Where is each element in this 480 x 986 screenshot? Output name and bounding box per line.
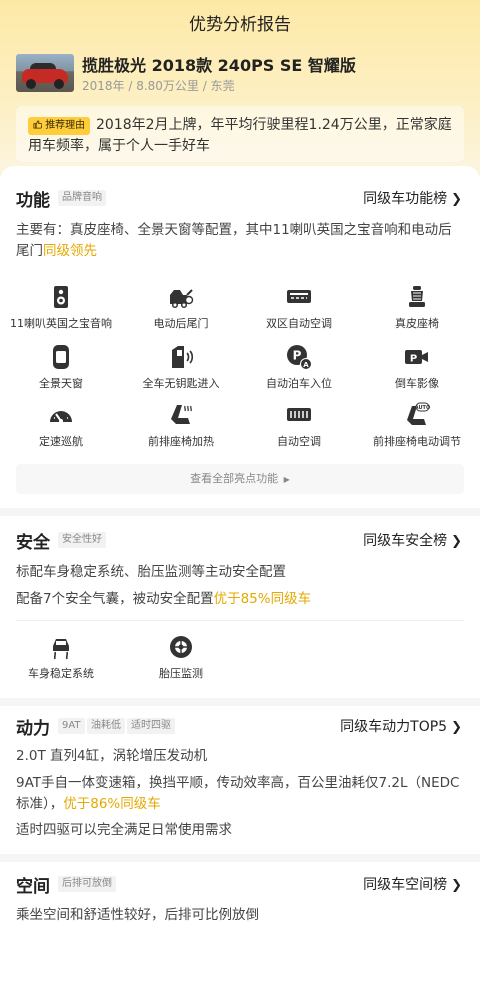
feature-tire-pressure[interactable]: 胎压监测 — [122, 634, 240, 681]
power-line2-highlight: 优于86%同级车 — [63, 796, 161, 812]
feature-auto-parking[interactable]: PA 自动泊车入位 — [240, 344, 358, 391]
function-tag: 品牌音响 — [58, 190, 106, 206]
svg-text:AUTO: AUTO — [415, 405, 430, 411]
power-line1: 2.0T 直列4缸，涡轮增压发动机 — [16, 748, 208, 764]
safety-divider — [16, 620, 464, 621]
feature-label: 全景天窗 — [39, 377, 83, 390]
power-title: 动力 — [16, 719, 50, 739]
safety-line1: 标配车身稳定系统、胎压监测等主动安全配置 — [16, 564, 286, 580]
safety-line2-main: 配备7个安全气囊，被动安全配置 — [16, 591, 214, 607]
keyless-entry-icon — [168, 344, 194, 370]
feature-cruise[interactable]: 定速巡航 — [2, 402, 120, 449]
chevron-right-icon: ❯ — [451, 720, 462, 735]
feature-dual-ac[interactable]: 双区自动空调 — [240, 284, 358, 331]
car-name: 揽胜极光 2018款 240PS SE 智耀版 — [82, 56, 356, 75]
feature-power-seat[interactable]: AUTO 前排座椅电动调节 — [358, 402, 476, 449]
stability-control-icon — [48, 634, 74, 660]
function-rank-label: 同级车功能榜 — [363, 191, 448, 207]
power-line2: 9AT手自一体变速箱，换挡平顺，传动效率高，百公里油耗仅7.2L（NEDC标准）… — [16, 773, 464, 815]
leather-seat-icon — [404, 284, 430, 310]
safety-rank-label: 同级车安全榜 — [363, 533, 448, 549]
dual-zone-ac-icon — [286, 284, 312, 310]
space-card: 空间 后排可放倒 同级车空间榜 ❯ 乘坐空间和舒适性较好，后排可比例放倒 — [0, 862, 480, 986]
function-rank-link[interactable]: 同级车功能榜 ❯ — [363, 188, 462, 208]
feature-label: 定速巡航 — [39, 435, 83, 448]
chevron-right-icon: ❯ — [451, 534, 462, 549]
feature-keyless[interactable]: 全车无钥匙进入 — [122, 344, 240, 391]
feature-label: 电动后尾门 — [153, 317, 209, 330]
thumbs-up-icon — [33, 120, 45, 131]
function-card: 功能 品牌音响 同级车功能榜 ❯ 主要有：真皮座椅、全景天窗等配置，其中11喇叭英… — [0, 166, 480, 508]
page-title: 优势分析报告 — [189, 15, 291, 35]
power-tag-awd: 适时四驱 — [127, 718, 175, 734]
feature-tailgate[interactable]: 电动后尾门 — [122, 284, 240, 331]
auto-parking-icon: PA — [286, 344, 312, 370]
svg-text:A: A — [303, 361, 309, 369]
power-line3: 适时四驱可以完全满足日常使用需求 — [16, 822, 232, 838]
feature-stability[interactable]: 车身稳定系统 — [2, 634, 120, 681]
tire-pressure-icon — [168, 634, 194, 660]
feature-label: 双区自动空调 — [266, 317, 332, 330]
feature-label: 自动空调 — [277, 435, 321, 448]
power-card: 动力 9AT 油耗低 适时四驱 同级车动力TOP5 ❯ 2.0T 直列4缸，涡轮增… — [0, 706, 480, 854]
power-rank-label: 同级车动力TOP5 — [340, 719, 448, 735]
feature-label: 前排座椅加热 — [148, 435, 214, 448]
safety-rank-link[interactable]: 同级车安全榜 ❯ — [363, 530, 462, 550]
feature-label: 11喇叭英国之宝音响 — [10, 317, 112, 330]
recommend-reason-box: 2018年2月上牌，年平均行驶里程1.24万公里，正常家庭用车频率，属于个人一手… — [16, 106, 464, 162]
recommend-reason-label: 推荐理由 — [45, 120, 86, 131]
power-tag-9at: 9AT — [58, 718, 85, 734]
feature-label: 真皮座椅 — [395, 317, 439, 330]
view-all-features-button[interactable]: 查看全部亮点功能 ▶ — [16, 464, 464, 494]
feature-rear-camera[interactable]: P 倒车影像 — [358, 344, 476, 391]
space-tag: 后排可放倒 — [58, 876, 116, 892]
feature-label: 倒车影像 — [395, 377, 439, 390]
auto-ac-icon — [286, 402, 312, 428]
header-banner: 优势分析报告 揽胜极光 2018款 240PS SE 智耀版 2018年 / 8… — [0, 0, 480, 182]
power-rank-link[interactable]: 同级车动力TOP5 ❯ — [340, 716, 462, 736]
chevron-right-icon: ❯ — [451, 192, 462, 207]
triangle-right-icon: ▶ — [283, 475, 290, 484]
safety-title: 安全 — [16, 533, 50, 553]
tailgate-icon — [168, 284, 194, 310]
space-rank-label: 同级车空间榜 — [363, 877, 448, 893]
safety-tag: 安全性好 — [58, 532, 106, 548]
function-desc: 主要有：真皮座椅、全景天窗等配置，其中11喇叭英国之宝音响和电动后尾门同级领先 — [16, 220, 464, 262]
rear-camera-icon: P — [404, 344, 430, 370]
space-rank-link[interactable]: 同级车空间榜 ❯ — [363, 874, 462, 894]
cruise-control-icon — [48, 402, 74, 428]
seat-heating-icon — [168, 402, 194, 428]
feature-sunroof[interactable]: 全景天窗 — [2, 344, 120, 391]
feature-label: 自动泊车入位 — [266, 377, 332, 390]
panoramic-sunroof-icon — [48, 344, 74, 370]
recommend-reason-text: 2018年2月上牌，年平均行驶里程1.24万公里，正常家庭用车频率，属于个人一手… — [28, 117, 452, 154]
function-title: 功能 — [16, 191, 50, 211]
feature-label: 胎压监测 — [159, 667, 203, 680]
power-tag-low-fuel: 油耗低 — [87, 718, 125, 734]
recommend-reason-badge: 推荐理由 — [28, 117, 91, 135]
safety-line2-highlight: 优于85%同级车 — [213, 591, 312, 607]
space-title: 空间 — [16, 877, 50, 897]
svg-text:P: P — [293, 349, 302, 363]
chevron-right-icon: ❯ — [451, 878, 462, 893]
power-seat-icon: AUTO — [404, 402, 430, 428]
car-thumbnail — [16, 54, 74, 92]
safety-line2: 配备7个安全气囊，被动安全配置优于85%同级车 — [16, 589, 464, 610]
function-desc-highlight: 同级领先 — [43, 243, 97, 259]
feature-leather-seat[interactable]: 真皮座椅 — [358, 284, 476, 331]
feature-seat-heating[interactable]: 前排座椅加热 — [122, 402, 240, 449]
space-line1: 乘坐空间和舒适性较好，后排可比例放倒 — [16, 907, 259, 923]
car-meta: 2018年 / 8.80万公里 / 东莞 — [82, 79, 235, 93]
feature-auto-ac[interactable]: 自动空调 — [240, 402, 358, 449]
view-all-label: 查看全部亮点功能 — [190, 472, 279, 485]
feature-label: 前排座椅电动调节 — [373, 435, 461, 448]
feature-label: 车身稳定系统 — [28, 667, 94, 680]
speaker-icon — [48, 284, 74, 310]
svg-text:P: P — [410, 354, 417, 365]
safety-card: 安全 安全性好 同级车安全榜 ❯ 标配车身稳定系统、胎压监测等主动安全配置 配备7… — [0, 516, 480, 698]
feature-label: 全车无钥匙进入 — [142, 377, 220, 390]
feature-speaker[interactable]: 11喇叭英国之宝音响 — [2, 284, 120, 331]
